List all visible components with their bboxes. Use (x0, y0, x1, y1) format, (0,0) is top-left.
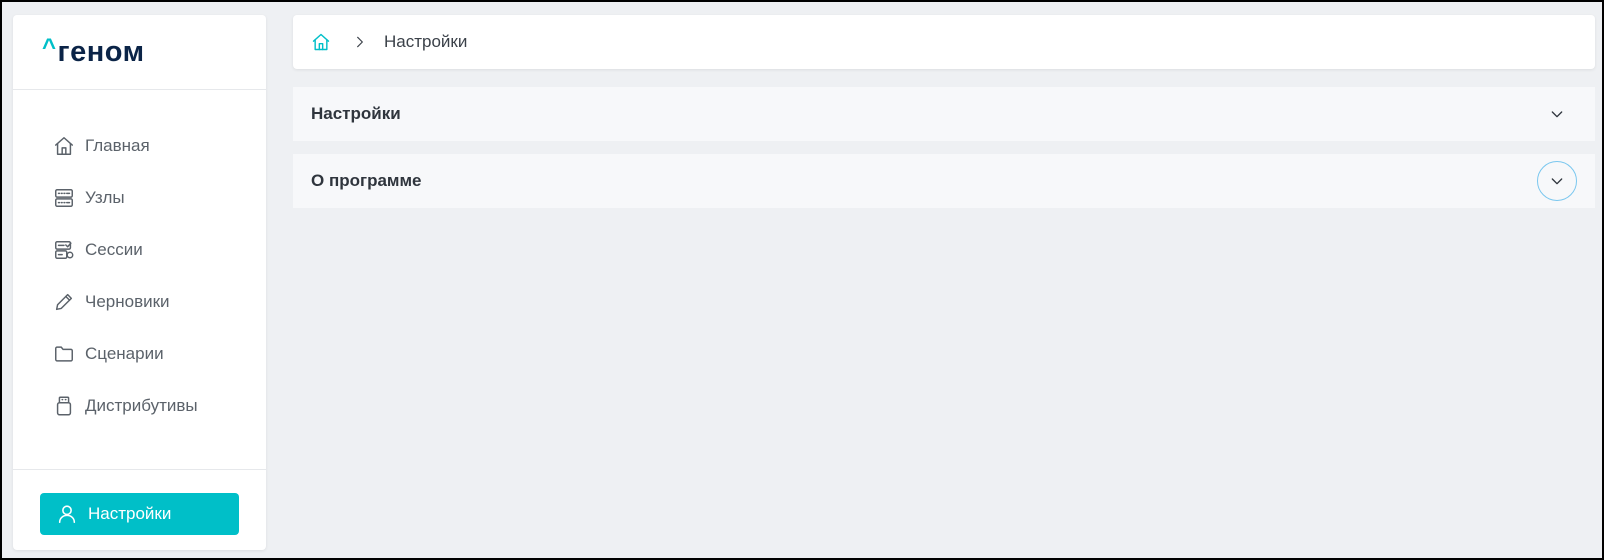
sidebar-item-drafts[interactable]: Черновики (13, 276, 266, 328)
sidebar-item-nodes[interactable]: Узлы (13, 172, 266, 224)
folder-icon (53, 343, 75, 365)
logo-caret-icon: ^ (42, 33, 57, 61)
accordion-settings[interactable]: Настройки (293, 87, 1595, 141)
sidebar-item-label: Сценарии (85, 344, 164, 363)
sidebar-item-label: Главная (85, 136, 150, 155)
accordion-title: Настройки (311, 104, 401, 123)
home-icon (53, 135, 75, 157)
sidebar-item-scenarios[interactable]: Сценарии (13, 328, 266, 380)
usb-drive-icon (53, 395, 75, 417)
breadcrumb-current: Настройки (384, 32, 468, 51)
app-window: ^геном Главная Узлы Сессии Черновики Сце… (0, 0, 1604, 560)
sidebar-item-label: Дистрибутивы (85, 396, 198, 415)
breadcrumb: Настройки (293, 15, 1595, 69)
sessions-icon (53, 239, 75, 261)
sidebar: ^геном Главная Узлы Сессии Черновики Сце… (13, 15, 266, 550)
sidebar-item-home[interactable]: Главная (13, 120, 266, 172)
server-icon (53, 187, 75, 209)
chevron-down-icon[interactable] (1537, 94, 1577, 134)
settings-button-label: Настройки (88, 504, 172, 523)
sidebar-item-sessions[interactable]: Сессии (13, 224, 266, 276)
brand-logo[interactable]: ^геном (42, 35, 145, 68)
sidebar-item-label: Узлы (85, 188, 125, 207)
sidebar-footer: Настройки (13, 469, 266, 550)
accordion-title: О программе (311, 171, 422, 190)
pencil-icon (53, 291, 75, 313)
sidebar-item-label: Черновики (85, 292, 170, 311)
logo-text: геном (57, 35, 145, 68)
user-icon (56, 503, 78, 525)
accordion-about[interactable]: О программе (293, 154, 1595, 208)
settings-button[interactable]: Настройки (40, 493, 239, 535)
logo-area: ^геном (13, 15, 266, 90)
chevron-right-icon (352, 34, 368, 50)
sidebar-item-label: Сессии (85, 240, 143, 259)
sidebar-nav: Главная Узлы Сессии Черновики Сценарии Д… (13, 90, 266, 432)
chevron-down-icon[interactable] (1537, 161, 1577, 201)
home-icon[interactable] (310, 31, 332, 53)
sidebar-item-distributions[interactable]: Дистрибутивы (13, 380, 266, 432)
